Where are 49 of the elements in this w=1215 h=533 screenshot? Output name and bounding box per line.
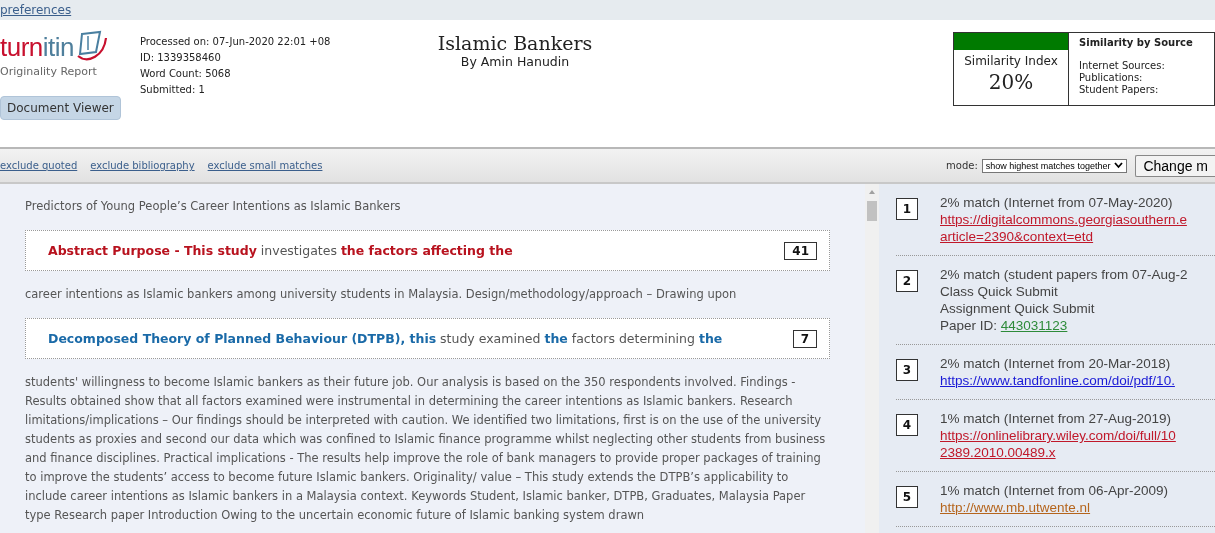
similarity-value: 20% [987,70,1035,94]
match-summary: 2% match (student papers from 07-Aug-2 [940,266,1188,283]
source-number[interactable]: 1 [896,198,918,220]
match-number: 7 [792,329,817,348]
matched-text: Decomposed Theory of Planned Behaviour (DTPB), this study examined the factors determining the [48,331,723,346]
report-subtitle: Originality Report [0,65,98,78]
source-link[interactable]: https://www.tandfonline.com/doi/pdf/10. [940,372,1175,389]
logo: turnitin [0,31,75,63]
match-summary: 1% match (Internet from 06-Apr-2009) [940,482,1169,499]
filter-link[interactable]: exclude bibliography [90,160,195,171]
similarity-label: Similarity Index [963,54,1059,68]
match-summary: 2% match (Internet from 20-Mar-2018) [940,355,1172,372]
match-summary: 2% match (Internet from 07-May-2020) [940,194,1174,211]
source-type-label: Publications: [1079,72,1144,84]
source-link[interactable]: https://digitalcommons.georgiasouthern.e article=2390&context=etd [940,211,1187,245]
scrollbar[interactable] [865,184,879,533]
source-link[interactable]: https://onlinelibrary.wiley.com/doi/full/10 2389.2010.00489.x [940,427,1176,461]
preferences-link[interactable]: preferences [0,3,72,17]
source-number[interactable]: 4 [896,414,918,436]
report-info: Processed on: 07-Jun-2020 22:01 +08 [140,35,332,49]
source-detail: Class Quick Submit [940,283,1059,300]
matched-text: Abstract Purpose - This study investigates the factors affecting the [48,243,513,258]
paper-author: By Amin Hanudin [459,54,571,69]
filter-link[interactable]: exclude quoted [0,160,78,171]
report-info: Word Count: 5068 [140,67,232,81]
match-summary: 1% match (Internet from 27-Aug-2019) [940,410,1173,427]
document-text: students' willingness to become Islamic bankers as their future job. Our analysis is based on the 350 respondents involved. Findings - Results obtained show that all factors examined were instrumental in determining the career intentions as Islamic bankers. Research limitations/implications – Our findings should be interpreted with caution. We identified two limitations, first is on the use of the university students as proxies and second our data which was confined to Islamic finance programme whilst neglecting other students from business and finance disciplines. Practical implications - The results help improve the role of bank managers to provide proper packages of training to improve the students’ access to become future Islamic bankers. Originality/ value – This study extends the DTPB’s applicability to include career intentions as Islamic bankers in a Malaysia context. Keywords Student, Islamic banker, DTPB, Graduates, Malaysia Paper type Research paper Introduction Owing to the uncertain economic future of Islamic banking system drawn [25,374,827,524]
paper-title: Islamic Bankers [436,32,594,54]
source-number[interactable]: 2 [896,270,918,292]
report-info: Submitted: 1 [140,83,206,97]
source-number[interactable]: 3 [896,359,918,381]
document-text: career intentions as Islamic bankers among university students in Malaysia. Design/methodology/approach – Drawing upon [25,286,738,303]
document-viewer-button[interactable]: Document Viewer [0,96,121,120]
report-info: ID: 1339358460 [140,51,222,65]
chevron-down-icon [1114,162,1124,169]
source-type-label: Internet Sources: [1079,60,1166,72]
filter-link[interactable]: exclude small matches [207,160,323,171]
source-detail: Paper ID: [940,318,999,333]
source-link[interactable]: 443031123 [1000,317,1068,334]
source-detail: Assignment Quick Submit [940,300,1096,317]
source-link[interactable]: http://www.mb.utwente.nl [940,499,1091,516]
match-number: 41 [784,241,817,260]
mode-dropdown[interactable]: show highest matches together [981,158,1128,173]
source-number[interactable]: 5 [896,486,918,508]
mode-label: mode: [946,160,978,171]
similarity-by-source-title: Similarity by Source [1079,37,1193,48]
source-type-label: Student Papers: [1079,84,1160,96]
change-mode-button[interactable]: Change m [1135,154,1215,177]
document-text: Predictors of Young People’s Career Intentions as Islamic Bankers [25,198,402,215]
